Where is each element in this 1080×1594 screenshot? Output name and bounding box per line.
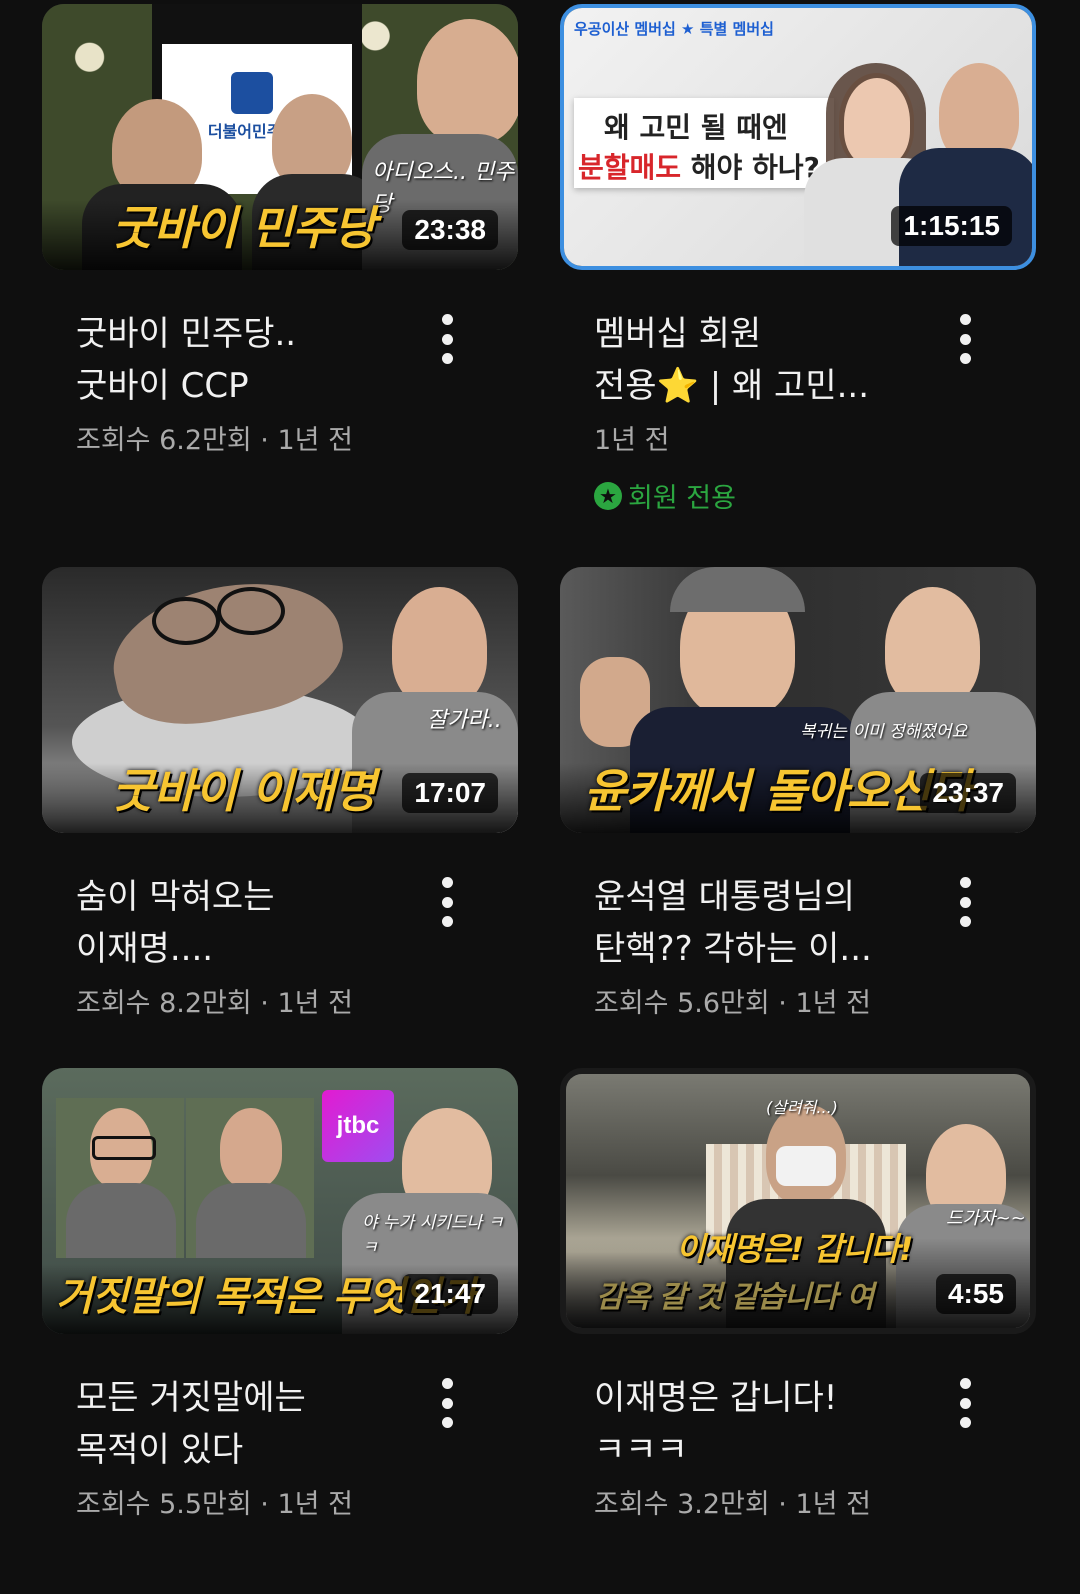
video-card-4[interactable]: 복귀는 이미 정해졌어요 윤카께서 돌아오신다 23:37 윤석열 대통령님의 … bbox=[560, 567, 1036, 1093]
thumbnail-caption: 굿바이 이재명 bbox=[112, 764, 376, 818]
star-icon: ★ bbox=[594, 481, 622, 510]
more-options-icon[interactable] bbox=[432, 1378, 462, 1428]
video-card-5[interactable]: jtbc 야 누가 시키드나 ㅋㅋ 거짓말의 목적은 무엇인가 21:47 모든… bbox=[42, 1068, 518, 1594]
thumbnail-caption: 윤카께서 돌아오신다 bbox=[584, 764, 972, 818]
thumbnail-subcaption: 감옥 갈 것 같습니다 여 bbox=[596, 1280, 874, 1315]
video-thumbnail[interactable]: 더불어민주당 아디오스.. 민주당 굿바이 민주당 23:38 bbox=[42, 4, 518, 270]
video-title[interactable]: 멤버십 회원 전용⭐ | 왜 고민... bbox=[594, 308, 924, 412]
members-only-badge: ★ 회원 전용 bbox=[594, 476, 736, 515]
thumbnail-top-banner: 우공이산 멤버십 ★ 특별 멤버십 bbox=[574, 20, 774, 38]
thumbnail-line1: 왜 고민 될 때엔 bbox=[604, 111, 788, 144]
thumbnail-overlay-text: 야 누가 시키드나 ㅋㅋ bbox=[362, 1213, 504, 1258]
video-card-2[interactable]: 우공이산 멤버십 ★ 특별 멤버십 왜 고민 될 때엔 분할매도 해야 하나? … bbox=[560, 4, 1036, 530]
video-thumbnail[interactable]: jtbc 야 누가 시키드나 ㅋㅋ 거짓말의 목적은 무엇인가 21:47 bbox=[42, 1068, 518, 1334]
video-thumbnail[interactable]: 우공이산 멤버십 ★ 특별 멤버십 왜 고민 될 때엔 분할매도 해야 하나? … bbox=[560, 4, 1036, 270]
more-options-icon[interactable] bbox=[950, 1378, 980, 1428]
video-meta: 1년 전 bbox=[594, 425, 670, 456]
video-title[interactable]: 숨이 막혀오는 이재명.... bbox=[76, 871, 406, 975]
video-card-1[interactable]: 더불어민주당 아디오스.. 민주당 굿바이 민주당 23:38 굿바이 민주당.… bbox=[42, 4, 518, 530]
video-duration: 4:55 bbox=[935, 1274, 1016, 1314]
video-duration: 17:07 bbox=[402, 773, 498, 813]
thumbnail-caption: 이재명은! 갑니다! bbox=[676, 1230, 913, 1268]
more-options-icon[interactable] bbox=[432, 314, 462, 364]
video-duration: 23:38 bbox=[402, 210, 498, 250]
video-meta: 조회수 3.2만회 · 1년 전 bbox=[594, 1489, 871, 1520]
thumbnail-overlay-text: 잘가라.. bbox=[427, 708, 502, 733]
more-options-icon[interactable] bbox=[950, 877, 980, 927]
thumbnail-line2: 해야 하나? bbox=[681, 151, 820, 184]
video-meta: 조회수 8.2만회 · 1년 전 bbox=[76, 988, 353, 1019]
video-card-3[interactable]: 잘가라.. 굿바이 이재명 17:07 숨이 막혀오는 이재명.... 조회수 … bbox=[42, 567, 518, 1093]
video-thumbnail[interactable]: (살려줘...) 드가자~~ 이재명은! 갑니다! 감옥 갈 것 같습니다 여 … bbox=[560, 1068, 1036, 1334]
thumbnail-line2-red: 분할매도 bbox=[578, 151, 682, 184]
video-card-6[interactable]: (살려줘...) 드가자~~ 이재명은! 갑니다! 감옥 갈 것 같습니다 여 … bbox=[560, 1068, 1036, 1594]
video-duration: 21:47 bbox=[402, 1274, 498, 1314]
video-thumbnail[interactable]: 잘가라.. 굿바이 이재명 17:07 bbox=[42, 567, 518, 833]
thumbnail-caption: 굿바이 민주당 bbox=[112, 201, 376, 255]
video-meta: 조회수 5.5만회 · 1년 전 bbox=[76, 1489, 353, 1520]
thumbnail-overlay-text-2: (살려줘...) bbox=[766, 1098, 838, 1117]
more-options-icon[interactable] bbox=[432, 877, 462, 927]
video-title[interactable]: 윤석열 대통령님의 탄핵?? 각하는 이... bbox=[594, 871, 924, 975]
more-options-icon[interactable] bbox=[950, 314, 980, 364]
video-title[interactable]: 모든 거짓말에는 목적이 있다 bbox=[76, 1372, 406, 1476]
jtbc-logo: jtbc bbox=[322, 1090, 394, 1162]
thumbnail-overlay-text: 드가자~~ bbox=[946, 1208, 1026, 1229]
video-title[interactable]: 굿바이 민주당.. 굿바이 CCP bbox=[76, 308, 406, 412]
video-meta: 조회수 5.6만회 · 1년 전 bbox=[594, 988, 871, 1019]
video-duration: 1:15:15 bbox=[891, 206, 1012, 246]
thumbnail-overlay-text: 복귀는 이미 정해졌어요 bbox=[800, 722, 968, 742]
video-duration: 23:37 bbox=[920, 773, 1016, 813]
video-meta: 조회수 6.2만회 · 1년 전 bbox=[76, 425, 353, 456]
video-title[interactable]: 이재명은 갑니다! ㅋㅋㅋ bbox=[594, 1372, 924, 1476]
video-thumbnail[interactable]: 복귀는 이미 정해졌어요 윤카께서 돌아오신다 23:37 bbox=[560, 567, 1036, 833]
